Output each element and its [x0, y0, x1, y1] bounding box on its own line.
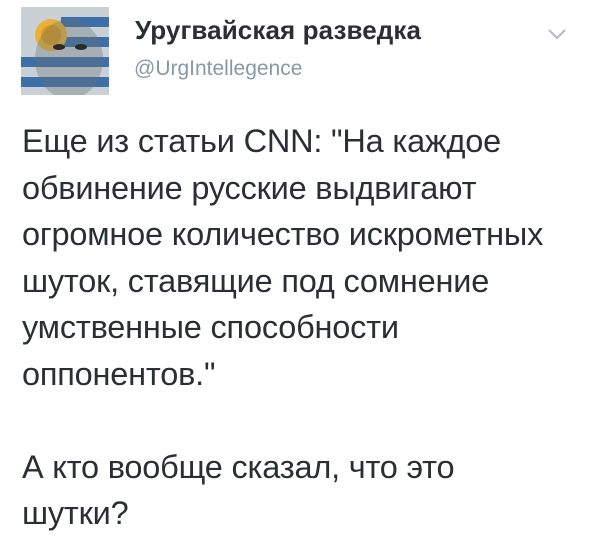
uruguay-flag-face-icon	[21, 7, 109, 95]
tweet-text-line: огромное количество искрометных	[22, 216, 544, 252]
tweet-text-line: шутки?	[22, 495, 129, 531]
tweet-card: Уругвайская разведка @UrgIntellegence Ещ…	[0, 0, 604, 531]
tweet-text-line: Еще из статьи CNN: "На каждое	[22, 123, 502, 159]
chevron-down-icon[interactable]	[546, 26, 568, 42]
tweet-text-line: оппонентов."	[22, 355, 216, 392]
tweet-text: Еще из статьи CNN: "На каждое обвинение …	[22, 118, 597, 537]
tweet-text-line: А кто вообще сказал, что это	[22, 448, 455, 485]
tweet-text-line: умственные способности	[22, 309, 399, 345]
tweet-text-line: шуток, ставящие под сомнение	[22, 262, 490, 299]
avatar[interactable]	[21, 7, 109, 95]
author-display-name[interactable]: Уругвайская разведка	[135, 15, 421, 46]
tweet-text-line: обвинение русские выдвигают	[22, 169, 477, 206]
author-handle[interactable]: @UrgIntellegence	[134, 57, 302, 81]
